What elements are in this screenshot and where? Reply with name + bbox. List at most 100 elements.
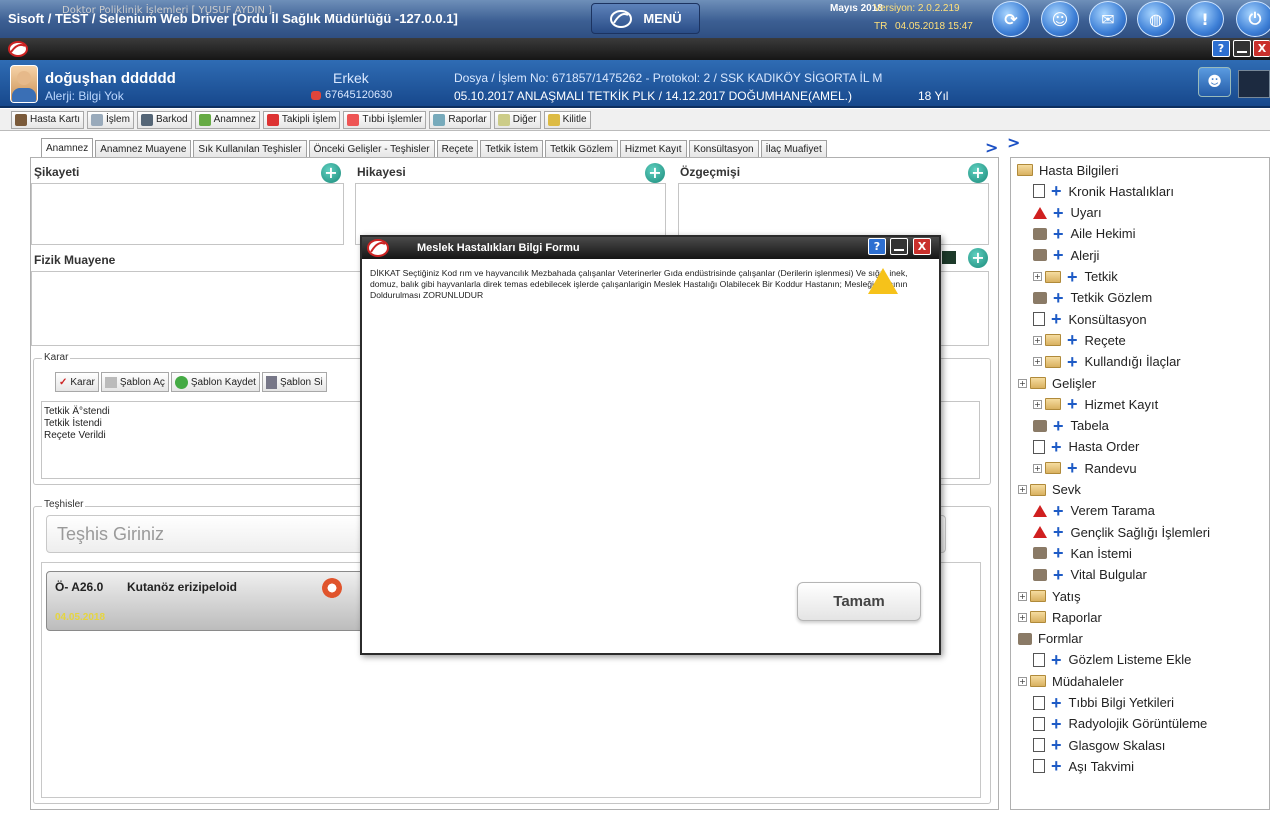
tree-item[interactable]: + + Kullandığı İlaçlar <box>1033 352 1181 372</box>
tab-tetkik-gozlem[interactable]: Tetkik Gözlem <box>545 140 618 158</box>
tab-tetkik-istem[interactable]: Tetkik İstem <box>480 140 544 158</box>
add-plus-icon[interactable]: + <box>1067 459 1078 477</box>
add-fizik-button[interactable]: + <box>968 248 988 268</box>
takipli-islem-button[interactable]: Takipli İşlem <box>262 110 341 129</box>
tree-item[interactable]: + Gençlik Sağlığı İşlemleri <box>1033 522 1210 542</box>
sablon-kaydet-button[interactable]: Şablon Kaydet <box>170 372 260 392</box>
users-icon[interactable]: ☺ <box>1041 1 1079 37</box>
add-plus-icon[interactable]: + <box>1067 395 1078 413</box>
add-plus-icon[interactable]: + <box>1051 182 1062 200</box>
tree-item[interactable]: Hasta Bilgileri <box>1017 160 1118 180</box>
add-ozgecmis-button[interactable]: + <box>968 163 988 183</box>
add-plus-icon[interactable]: + <box>1053 225 1064 243</box>
add-plus-icon[interactable]: + <box>1053 246 1064 264</box>
tree-item[interactable]: + Gelişler <box>1018 373 1096 393</box>
expand-icon[interactable]: + <box>1033 335 1042 345</box>
raporlar-button[interactable]: Raporlar <box>429 110 491 129</box>
hasta-karti-button[interactable]: Hasta Kartı <box>11 110 85 129</box>
add-plus-icon[interactable]: + <box>1053 204 1064 222</box>
tamam-button[interactable]: Tamam <box>797 582 921 621</box>
add-plus-icon[interactable]: + <box>1051 651 1062 669</box>
add-plus-icon[interactable]: + <box>1051 715 1062 733</box>
karar-button[interactable]: ✓ Karar <box>55 372 99 392</box>
add-plus-icon[interactable]: + <box>1053 502 1064 520</box>
tab-ilac-muafiyet[interactable]: İlaç Muafiyet <box>760 140 827 158</box>
tibbi-islemler-button[interactable]: Tıbbi İşlemler <box>343 110 427 129</box>
tree-item[interactable]: + Vital Bulgular <box>1033 565 1147 585</box>
tree-item[interactable]: + Tıbbi Bilgi Yetkileri <box>1033 693 1174 713</box>
tree-item[interactable]: + + Reçete <box>1033 330 1126 350</box>
mail-icon[interactable]: ✉ <box>1089 1 1127 37</box>
menu-button[interactable]: MENÜ <box>591 3 700 34</box>
add-plus-icon[interactable]: + <box>1051 438 1062 456</box>
tree-item[interactable]: + Tetkik Gözlem <box>1033 288 1152 308</box>
tree-item[interactable]: + Verem Tarama <box>1033 501 1155 521</box>
dialog-close-button[interactable]: X <box>913 238 931 255</box>
expand-icon[interactable]: + <box>1033 357 1042 367</box>
anamnez-button[interactable]: Anamnez <box>194 110 260 129</box>
tree-item[interactable]: + Yatış <box>1018 586 1081 606</box>
add-plus-icon[interactable]: + <box>1053 544 1064 562</box>
tree-item[interactable]: + Uyarı <box>1033 203 1102 223</box>
tree-item[interactable]: + Glasgow Skalası <box>1033 735 1165 755</box>
minimize-button[interactable] <box>1233 40 1251 57</box>
tree-item[interactable]: + Aşı Takvimi <box>1033 756 1134 776</box>
expand-icon[interactable]: + <box>1018 378 1027 388</box>
info-icon[interactable]: ! <box>1186 1 1224 37</box>
islem-button[interactable]: İşlem <box>87 110 134 129</box>
dialog-minimize-button[interactable] <box>890 238 908 255</box>
expand-icon[interactable]: + <box>1018 612 1027 622</box>
expand-icon[interactable]: + <box>1033 399 1042 409</box>
add-plus-icon[interactable]: + <box>1067 353 1078 371</box>
patient-group-icon[interactable]: ☻ <box>1198 67 1231 97</box>
add-plus-icon[interactable]: + <box>1051 757 1062 775</box>
globe-icon[interactable]: ◍ <box>1137 1 1175 37</box>
barkod-button[interactable]: Barkod <box>136 110 192 129</box>
close-button[interactable]: X <box>1253 40 1270 57</box>
tree-item[interactable]: + Kan İstemi <box>1033 543 1132 563</box>
tab-konsultasyon[interactable]: Konsültasyon <box>688 140 759 158</box>
tree-item[interactable]: + Kronik Hastalıkları <box>1033 181 1174 201</box>
tree-item[interactable]: + Konsültasyon <box>1033 309 1147 329</box>
refresh-icon[interactable]: ⟳ <box>992 1 1030 37</box>
tab-hizmet-kayit[interactable]: Hizmet Kayıt <box>619 140 687 158</box>
tree-item[interactable]: + Radyolojik Görüntüleme <box>1033 714 1207 734</box>
tree-item[interactable]: + Gözlem Listeme Ekle <box>1033 650 1191 670</box>
add-plus-icon[interactable]: + <box>1051 694 1062 712</box>
add-plus-icon[interactable]: + <box>1067 331 1078 349</box>
tree-item[interactable]: + + Hizmet Kayıt <box>1033 394 1158 414</box>
tab-scroll-arrow-icon[interactable]: > <box>985 138 998 157</box>
kilitle-button[interactable]: Kilitle <box>543 110 591 129</box>
add-plus-icon[interactable]: + <box>1053 417 1064 435</box>
tab-sik-kullanilan-teshisler[interactable]: Sık Kullanılan Teşhisler <box>193 140 307 158</box>
tab-onceki-gelisler[interactable]: Önceki Gelişler - Teşhisler <box>308 140 435 158</box>
tree-item[interactable]: + + Randevu <box>1033 458 1137 478</box>
add-sikayet-button[interactable]: + <box>321 163 341 183</box>
tree-item[interactable]: + Hasta Order <box>1033 437 1139 457</box>
sablon-ac-button[interactable]: Şablon Aç <box>100 372 169 392</box>
tab-anamnez[interactable]: Anamnez <box>41 138 94 158</box>
add-plus-icon[interactable]: + <box>1053 289 1064 307</box>
sikayeti-textarea[interactable] <box>31 183 344 245</box>
expand-icon[interactable]: + <box>1018 591 1027 601</box>
tab-recete[interactable]: Reçete <box>436 140 479 158</box>
add-plus-icon[interactable]: + <box>1053 523 1064 541</box>
tree-item[interactable]: + Tabela <box>1033 416 1109 436</box>
add-plus-icon[interactable]: + <box>1051 310 1062 328</box>
power-icon[interactable]: ⏻ <box>1236 1 1270 37</box>
tab-anamnez-muayene[interactable]: Anamnez Muayene <box>95 140 192 158</box>
sablon-sil-button[interactable]: Şablon Si <box>261 372 327 392</box>
tree-item[interactable]: + Müdahaleler <box>1018 671 1124 691</box>
expand-icon[interactable]: + <box>1018 485 1027 494</box>
expand-icon[interactable]: + <box>1033 272 1042 281</box>
vital-monitor-icon[interactable] <box>942 251 956 264</box>
tree-item[interactable]: + Sevk <box>1018 480 1081 500</box>
add-plus-icon[interactable]: + <box>1067 268 1078 286</box>
monitor-icon[interactable] <box>1238 70 1270 98</box>
tree-item[interactable]: + + Tetkik <box>1033 267 1118 287</box>
expand-icon[interactable]: + <box>1033 463 1042 473</box>
tree-item[interactable]: + Aile Hekimi <box>1033 224 1136 244</box>
add-plus-icon[interactable]: + <box>1053 566 1064 584</box>
dialog-help-button[interactable]: ? <box>868 238 886 255</box>
lifebuoy-icon[interactable] <box>322 578 342 598</box>
